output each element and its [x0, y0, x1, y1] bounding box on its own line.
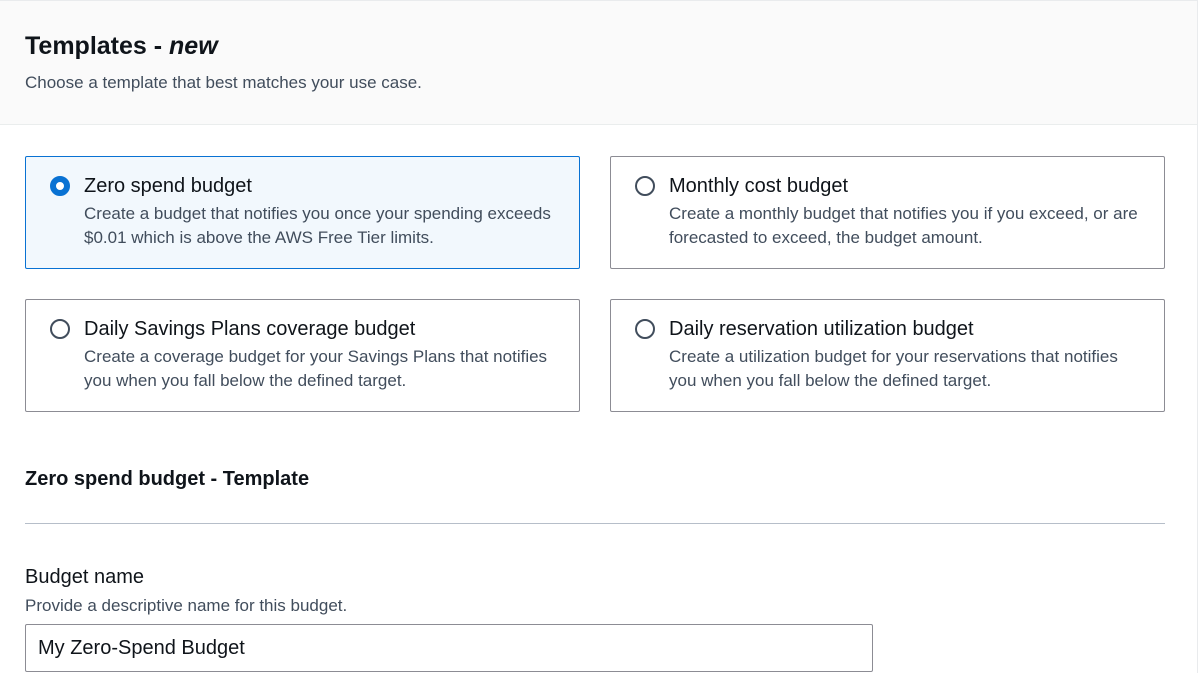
page-subtitle: Choose a template that best matches your…: [25, 73, 422, 92]
section-divider: [25, 523, 1165, 524]
template-tile-zero-spend[interactable]: Zero spend budget Create a budget that n…: [25, 156, 580, 269]
radio-unselected-icon[interactable]: [50, 319, 70, 339]
templates-header: Templates - new Choose a template that b…: [0, 1, 1197, 125]
template-tile-label: Monthly cost budget: [669, 175, 848, 197]
template-tile-label: Zero spend budget: [84, 175, 252, 197]
template-tile-description: Create a coverage budget for your Saving…: [84, 347, 548, 390]
template-tile-label: Daily Savings Plans coverage budget: [84, 318, 416, 340]
new-tag: new: [169, 32, 218, 60]
page-title: Templates - new: [25, 29, 1172, 63]
template-tile-description: Create a budget that notifies you once y…: [84, 204, 551, 247]
radio-unselected-icon[interactable]: [635, 176, 655, 196]
budget-template-panel: Templates - new Choose a template that b…: [0, 0, 1198, 673]
template-tiles: Zero spend budget Create a budget that n…: [25, 156, 1165, 412]
page-title-text: Templates -: [25, 32, 170, 60]
budget-name-input[interactable]: [25, 624, 873, 672]
template-tile-savings-plans-coverage[interactable]: Daily Savings Plans coverage budget Crea…: [25, 299, 580, 412]
template-tile-description: Create a utilization budget for your res…: [669, 347, 1118, 390]
budget-name-hint: Provide a descriptive name for this budg…: [25, 596, 348, 615]
template-tile-description: Create a monthly budget that notifies yo…: [669, 204, 1138, 247]
template-section-title: Zero spend budget - Template: [25, 468, 310, 490]
budget-name-label: Budget name: [25, 566, 144, 588]
template-tile-label: Daily reservation utilization budget: [669, 318, 974, 340]
template-tile-monthly-cost[interactable]: Monthly cost budget Create a monthly bud…: [610, 156, 1165, 269]
radio-selected-icon[interactable]: [50, 176, 70, 196]
radio-unselected-icon[interactable]: [635, 319, 655, 339]
template-tile-reservation-utilization[interactable]: Daily reservation utilization budget Cre…: [610, 299, 1165, 412]
